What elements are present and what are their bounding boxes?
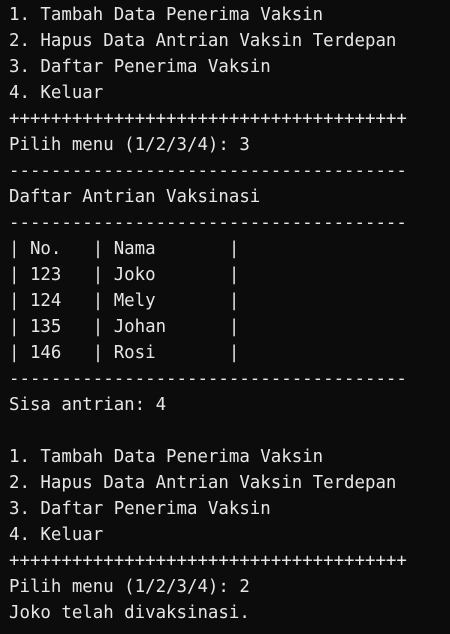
- menu-item-daftar: 3. Daftar Penerima Vaksin: [9, 499, 271, 519]
- menu-item-keluar: 4. Keluar: [9, 525, 104, 545]
- table-row: | 124 | Mely |: [9, 291, 240, 311]
- table-row: | 135 | Johan |: [9, 317, 240, 337]
- menu-prompt: Pilih menu (1/2/3/4): 2: [9, 577, 250, 597]
- menu-item-tambah: 1. Tambah Data Penerima Vaksin: [9, 447, 324, 467]
- console-output[interactable]: 1. Tambah Data Penerima Vaksin 2. Hapus …: [0, 0, 450, 634]
- table-row: | 146 | Rosi |: [9, 343, 240, 363]
- menu-item-hapus: 2. Hapus Data Antrian Vaksin Terdepan: [9, 31, 397, 51]
- vaccination-result-text: Joko telah divaksinasi.: [9, 603, 250, 623]
- menu-item-keluar: 4. Keluar: [9, 83, 104, 103]
- table-header: | No. | Nama |: [9, 239, 240, 259]
- menu-prompt: Pilih menu (1/2/3/4): 3: [9, 135, 250, 155]
- dash-separator: --------------------------------------: [9, 369, 407, 389]
- table-row: | 123 | Joko |: [9, 265, 240, 285]
- menu-item-daftar: 3. Daftar Penerima Vaksin: [9, 57, 271, 77]
- queue-title: Daftar Antrian Vaksinasi: [9, 187, 261, 207]
- remaining-queue-text: Sisa antrian: 4: [9, 395, 167, 415]
- dash-separator: --------------------------------------: [9, 161, 407, 181]
- plus-separator: ++++++++++++++++++++++++++++++++++++++: [9, 109, 407, 129]
- dash-separator: --------------------------------------: [9, 213, 407, 233]
- menu-item-hapus: 2. Hapus Data Antrian Vaksin Terdepan: [9, 473, 397, 493]
- menu-item-tambah: 1. Tambah Data Penerima Vaksin: [9, 5, 324, 25]
- plus-separator: ++++++++++++++++++++++++++++++++++++++: [9, 551, 407, 571]
